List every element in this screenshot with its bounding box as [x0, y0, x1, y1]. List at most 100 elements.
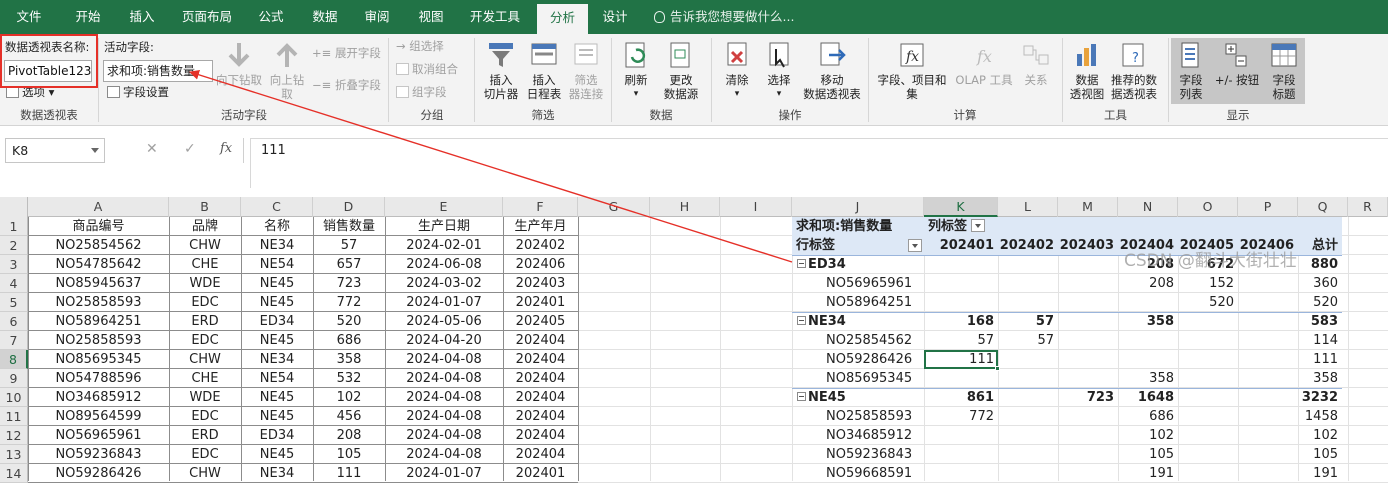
pivot-value-cell[interactable]	[1178, 426, 1238, 445]
pivot-value-cell[interactable]: 880	[1298, 255, 1342, 274]
row-header-2[interactable]: 2	[0, 236, 28, 255]
pivot-value-cell[interactable]	[1238, 426, 1298, 445]
table-cell[interactable]: NE34	[241, 350, 313, 369]
table-cell[interactable]: NE54	[241, 369, 313, 388]
table-cell[interactable]: 772	[313, 293, 385, 312]
pivot-value-cell[interactable]	[1058, 255, 1118, 274]
pivot-value-cell[interactable]	[998, 445, 1058, 464]
pivot-value-cell[interactable]: 191	[1118, 464, 1178, 483]
tab-insert[interactable]: 插入	[116, 0, 168, 34]
pivot-value-cell[interactable]	[998, 350, 1058, 369]
pivot-value-cell[interactable]	[1058, 464, 1118, 483]
filter-dropdown-icon[interactable]	[908, 239, 922, 252]
table-cell[interactable]: NE45	[241, 445, 313, 464]
pivot-item-row[interactable]: NO59668591	[826, 464, 912, 483]
tab-data[interactable]: 数据	[300, 0, 350, 34]
pivot-value-cell[interactable]: 191	[1298, 464, 1342, 483]
table-cell[interactable]: WDE	[169, 388, 241, 407]
pivot-value-cell[interactable]	[998, 426, 1058, 445]
pivot-value-cell[interactable]: 583	[1298, 312, 1342, 331]
table-cell[interactable]: NO56965961	[28, 426, 169, 445]
table-cell[interactable]: ED34	[241, 426, 313, 445]
pivot-value-cell[interactable]: 520	[1178, 293, 1238, 312]
refresh-button[interactable]: 刷新 ▾	[614, 40, 658, 101]
pivot-item-row[interactable]: NO85695345	[826, 369, 912, 388]
tab-design[interactable]: 设计	[592, 0, 638, 34]
pivot-value-cell[interactable]	[1238, 331, 1298, 350]
row-header-9[interactable]: 9	[0, 369, 28, 388]
pivot-value-cell[interactable]	[924, 426, 998, 445]
relationships-button[interactable]: 关系	[1016, 40, 1056, 87]
column-header-d[interactable]: D	[313, 197, 385, 217]
tab-file[interactable]: 文件	[0, 0, 58, 34]
pivot-value-cell[interactable]	[1238, 293, 1298, 312]
row-header-13[interactable]: 13	[0, 445, 28, 464]
pivot-item-row[interactable]: NO59286426	[826, 350, 912, 369]
pivot-value-cell[interactable]: 152	[1178, 274, 1238, 293]
table-cell[interactable]: 2024-02-01	[385, 236, 503, 255]
table-cell[interactable]: 2024-05-06	[385, 312, 503, 331]
chevron-down-icon[interactable]	[91, 148, 99, 153]
pivot-value-cell[interactable]: 208	[1118, 274, 1178, 293]
pivot-value-cell[interactable]: 111	[1298, 350, 1342, 369]
column-header-m[interactable]: M	[1058, 197, 1118, 217]
row-header-5[interactable]: 5	[0, 293, 28, 312]
table-cell[interactable]: ERD	[169, 426, 241, 445]
table-cell[interactable]: 202403	[503, 274, 578, 293]
clear-button[interactable]: 清除 ▾	[716, 40, 758, 101]
field-list-button[interactable]: 字段 列表	[1172, 40, 1210, 101]
insert-timeline-button[interactable]: 插入 日程表	[522, 40, 566, 101]
table-cell[interactable]: NE34	[241, 464, 313, 483]
tab-formulas[interactable]: 公式	[246, 0, 296, 34]
table-cell[interactable]: 208	[313, 426, 385, 445]
pivot-value-cell[interactable]: 520	[1298, 293, 1342, 312]
move-pivot-button[interactable]: 移动 数据透视表	[800, 40, 864, 101]
tab-page-layout[interactable]: 页面布局	[172, 0, 242, 34]
pivot-value-cell[interactable]: 102	[1118, 426, 1178, 445]
table-cell[interactable]: NO54788596	[28, 369, 169, 388]
pivot-value-cell[interactable]	[998, 274, 1058, 293]
table-cell[interactable]: 202404	[503, 407, 578, 426]
table-cell[interactable]: WDE	[169, 274, 241, 293]
table-cell[interactable]: ERD	[169, 312, 241, 331]
pivot-value-cell[interactable]	[924, 445, 998, 464]
row-header-8[interactable]: 8	[0, 350, 28, 369]
row-header-1[interactable]: 1	[0, 217, 28, 236]
table-cell[interactable]: 2024-04-08	[385, 445, 503, 464]
filter-connections-button[interactable]: 筛选 器连接	[564, 40, 608, 101]
pivot-value-cell[interactable]	[1058, 426, 1118, 445]
pivot-value-cell[interactable]	[1118, 293, 1178, 312]
pivot-value-cell[interactable]	[1238, 274, 1298, 293]
column-header-j[interactable]: J	[792, 197, 924, 217]
table-cell[interactable]: 2024-04-08	[385, 388, 503, 407]
pivot-value-cell[interactable]: 861	[924, 388, 998, 407]
pivot-row-labels[interactable]: 行标签	[796, 236, 924, 255]
pivot-value-cell[interactable]	[998, 388, 1058, 407]
table-cell[interactable]: NO54785642	[28, 255, 169, 274]
table-cell[interactable]: 202404	[503, 388, 578, 407]
pivot-value-cell[interactable]	[998, 464, 1058, 483]
pivot-value-cell[interactable]	[1058, 350, 1118, 369]
pivot-value-cell[interactable]: 102	[1298, 426, 1342, 445]
recommended-pivot-button[interactable]: ? 推荐的数 据透视表	[1106, 40, 1162, 101]
column-header-f[interactable]: F	[503, 197, 578, 217]
collapse-toggle-icon[interactable]	[797, 392, 806, 401]
pivot-value-cell[interactable]	[924, 274, 998, 293]
table-cell[interactable]: 2024-06-08	[385, 255, 503, 274]
row-header-10[interactable]: 10	[0, 388, 28, 407]
pivot-value-cell[interactable]	[1178, 464, 1238, 483]
pivot-value-cell[interactable]	[1178, 445, 1238, 464]
pivot-item-row[interactable]: NO58964251	[826, 293, 912, 312]
pivot-value-cell[interactable]	[998, 407, 1058, 426]
pivot-value-cell[interactable]	[1238, 369, 1298, 388]
pivot-value-cell[interactable]: 772	[924, 407, 998, 426]
change-source-button[interactable]: 更改 数据源	[656, 40, 706, 101]
collapse-toggle-icon[interactable]	[797, 316, 806, 325]
column-header-e[interactable]: E	[385, 197, 503, 217]
pivot-value-cell[interactable]	[1238, 407, 1298, 426]
name-box[interactable]: K8	[5, 138, 105, 163]
table-cell[interactable]: CHW	[169, 464, 241, 483]
table-cell[interactable]: NO85945637	[28, 274, 169, 293]
table-cell[interactable]: 2024-04-20	[385, 331, 503, 350]
table-cell[interactable]: NO59236843	[28, 445, 169, 464]
